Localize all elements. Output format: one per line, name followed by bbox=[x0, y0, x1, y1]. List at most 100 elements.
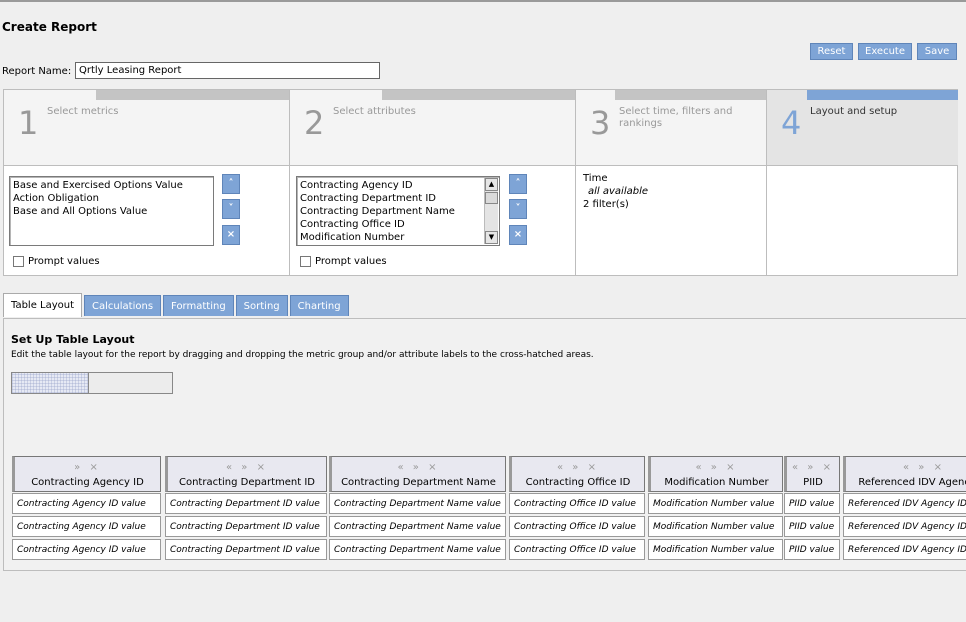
table-cell: PIID value bbox=[784, 516, 840, 537]
move-up-button[interactable]: ˄ bbox=[222, 174, 240, 194]
list-item[interactable]: Modification Number bbox=[300, 231, 496, 244]
cross-hatched-drop-area[interactable] bbox=[12, 373, 89, 393]
toolbar: Reset Execute Save bbox=[810, 43, 957, 60]
step-label: Select metrics bbox=[47, 106, 119, 117]
column-header[interactable]: « » × Modification Number bbox=[648, 456, 783, 492]
prompt-values-option: Prompt values bbox=[13, 256, 100, 267]
column-move-remove-controls[interactable]: « » × bbox=[512, 462, 644, 473]
list-item[interactable]: Action Obligation bbox=[13, 192, 210, 205]
execute-button[interactable]: Execute bbox=[858, 43, 912, 60]
remove-button[interactable]: × bbox=[509, 225, 527, 245]
scrollbar[interactable]: ▲ ▼ bbox=[484, 178, 498, 244]
report-name-label: Report Name: bbox=[2, 66, 72, 77]
list-item[interactable]: Contracting Agency ID bbox=[300, 179, 496, 192]
save-button[interactable]: Save bbox=[917, 43, 957, 60]
tab-calculations[interactable]: Calculations bbox=[84, 295, 162, 316]
table-cell: Referenced IDV Agency ID value bbox=[843, 539, 966, 560]
step-label: Layout and setup bbox=[810, 106, 898, 117]
list-item[interactable]: Contracting Department Name bbox=[300, 205, 496, 218]
step-header[interactable]: 4 Layout and setup bbox=[767, 90, 958, 166]
step-number: 3 bbox=[590, 104, 611, 142]
table-cell: Contracting Department ID value bbox=[165, 493, 327, 514]
list-item[interactable]: Base and All Options Value bbox=[13, 205, 210, 218]
step-progress-bar bbox=[96, 90, 289, 100]
double-down-icon: ˅ bbox=[515, 203, 521, 214]
step-select-attributes: 2 Select attributes Contracting Agency I… bbox=[290, 90, 576, 276]
tab-table-layout[interactable]: Table Layout bbox=[3, 293, 83, 317]
prompt-values-checkbox[interactable] bbox=[300, 256, 311, 267]
column-header-label: Referenced IDV Agency ID bbox=[858, 477, 966, 488]
step-progress-bar bbox=[615, 90, 766, 100]
table-cell: PIID value bbox=[784, 493, 840, 514]
column-header[interactable]: « » × Contracting Department Name bbox=[329, 456, 506, 492]
column-move-remove-controls[interactable]: « » × bbox=[846, 462, 966, 473]
scroll-up-arrow[interactable]: ▲ bbox=[485, 178, 498, 191]
drop-zone[interactable] bbox=[11, 372, 173, 394]
table-cell: Contracting Office ID value bbox=[509, 493, 645, 514]
step-label: Select time, filters and rankings bbox=[619, 106, 733, 129]
column-move-remove-controls[interactable]: « » × bbox=[332, 462, 505, 473]
tab-formatting[interactable]: Formatting bbox=[163, 295, 234, 316]
table-layout-panel: Set Up Table Layout Edit the table layou… bbox=[3, 318, 966, 571]
table-cell: Contracting Office ID value bbox=[509, 539, 645, 560]
prompt-values-label: Prompt values bbox=[28, 256, 100, 267]
step-layout-setup: 4 Layout and setup bbox=[767, 90, 958, 276]
step-progress-bar bbox=[382, 90, 575, 100]
double-down-icon: ˅ bbox=[228, 203, 234, 214]
table-cell: Referenced IDV Agency ID value bbox=[843, 516, 966, 537]
metrics-listbox[interactable]: Base and Exercised Options Value Action … bbox=[9, 176, 214, 246]
tab-charting[interactable]: Charting bbox=[289, 295, 349, 316]
step-header[interactable]: 2 Select attributes bbox=[290, 90, 575, 166]
column-header[interactable]: « » × Contracting Department ID bbox=[165, 456, 327, 492]
layout-tabs: Table Layout Calculations Formatting Sor… bbox=[3, 293, 349, 317]
step-header[interactable]: 1 Select metrics bbox=[4, 90, 289, 166]
time-filters-summary: Time all available 2 filter(s) bbox=[583, 172, 648, 211]
move-down-button[interactable]: ˅ bbox=[509, 199, 527, 219]
tab-sorting[interactable]: Sorting bbox=[235, 295, 288, 316]
table-cell: Contracting Department ID value bbox=[165, 539, 327, 560]
move-down-button[interactable]: ˅ bbox=[222, 199, 240, 219]
close-icon: × bbox=[226, 229, 236, 240]
table-cell: Contracting Department Name value bbox=[329, 493, 506, 514]
column-header[interactable]: « » × PIID bbox=[784, 456, 840, 492]
table-cell: Modification Number value bbox=[648, 516, 783, 537]
list-item[interactable]: Contracting Department ID bbox=[300, 192, 496, 205]
prompt-values-option: Prompt values bbox=[300, 256, 387, 267]
column-move-remove-controls[interactable]: « » × bbox=[651, 462, 782, 473]
scroll-thumb[interactable] bbox=[485, 192, 498, 204]
attributes-listbox[interactable]: Contracting Agency ID Contracting Depart… bbox=[296, 176, 500, 246]
column-header[interactable]: « » × Contracting Office ID bbox=[509, 456, 645, 492]
column-header-label: PIID bbox=[803, 477, 823, 488]
top-border bbox=[0, 0, 966, 2]
table-cell: Contracting Agency ID value bbox=[12, 539, 161, 560]
section-title: Set Up Table Layout bbox=[11, 333, 135, 346]
reset-button[interactable]: Reset bbox=[810, 43, 853, 60]
scroll-down-arrow[interactable]: ▼ bbox=[485, 231, 498, 244]
table-cell: Modification Number value bbox=[648, 539, 783, 560]
column-move-remove-controls[interactable]: » × bbox=[15, 462, 160, 473]
step-number: 4 bbox=[781, 104, 802, 142]
column-header-label: Contracting Agency ID bbox=[31, 477, 144, 488]
list-item[interactable]: Contracting Office ID bbox=[300, 218, 496, 231]
list-item[interactable]: Base and Exercised Options Value bbox=[13, 179, 210, 192]
remove-button[interactable]: × bbox=[222, 225, 240, 245]
section-description: Edit the table layout for the report by … bbox=[11, 350, 594, 360]
table-cell: Contracting Agency ID value bbox=[12, 493, 161, 514]
table-cell: Contracting Department ID value bbox=[165, 516, 327, 537]
step-header[interactable]: 3 Select time, filters and rankings bbox=[576, 90, 766, 166]
table-cell: Referenced IDV Agency ID value bbox=[843, 493, 966, 514]
prompt-values-checkbox[interactable] bbox=[13, 256, 24, 267]
report-name-input[interactable] bbox=[75, 62, 380, 79]
time-value: all available bbox=[588, 186, 648, 197]
page-title: Create Report bbox=[2, 20, 97, 34]
prompt-values-label: Prompt values bbox=[315, 256, 387, 267]
column-move-remove-controls[interactable]: « » × bbox=[168, 462, 326, 473]
table-cell: Contracting Department Name value bbox=[329, 539, 506, 560]
column-header[interactable]: » × Contracting Agency ID bbox=[12, 456, 161, 492]
step-number: 1 bbox=[18, 104, 39, 142]
column-header-label: Modification Number bbox=[664, 477, 769, 488]
filter-count: 2 filter(s) bbox=[583, 199, 629, 210]
column-move-remove-controls[interactable]: « » × bbox=[787, 462, 839, 473]
column-header[interactable]: « » × Referenced IDV Agency ID bbox=[843, 456, 966, 492]
move-up-button[interactable]: ˄ bbox=[509, 174, 527, 194]
